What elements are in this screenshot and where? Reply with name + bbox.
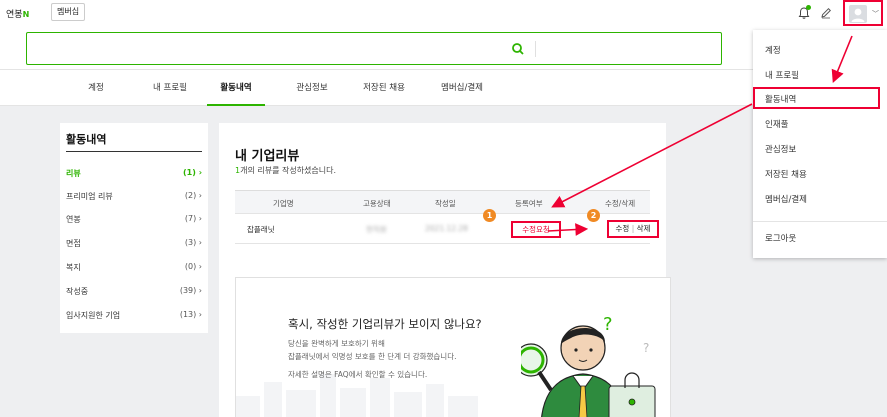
notice-line-1: 당신을 완벽하게 보호하기 위해 <box>288 339 385 348</box>
svg-text:?: ? <box>603 314 613 335</box>
sidebar-divider <box>66 151 202 152</box>
menu-item-interests[interactable]: 관심정보 <box>765 143 796 155</box>
search-box <box>26 32 722 65</box>
menu-item-membership[interactable]: 멤버십/결제 <box>765 193 807 205</box>
step-badge-2: 2 <box>587 209 600 222</box>
search-icon[interactable] <box>511 42 525 56</box>
edit-delete-actions: 수정 | 삭제 <box>607 220 659 238</box>
page-title: 내 기업리뷰 <box>235 149 300 164</box>
sidebar-item-count: (1) › <box>183 168 202 177</box>
sidebar-item-label: 리뷰 <box>66 169 81 178</box>
svg-text:?: ? <box>643 341 649 355</box>
review-panel: 내 기업리뷰 1개의 리뷰를 작성하셨습니다. 기업명 고용상태 작성일 등록여… <box>219 123 671 417</box>
pencil-icon[interactable] <box>819 6 833 20</box>
sidebar-item-count: (39) › <box>179 286 202 295</box>
top-bar: 연봉N 멤버십 ﹀ <box>0 0 887 28</box>
tab-saved-jobs[interactable]: 저장된 채용 <box>357 70 411 106</box>
membership-button[interactable]: 멤버십 <box>51 3 86 21</box>
sidebar-item-count: (7) › <box>184 214 202 223</box>
sidebar-item-premium-reviews[interactable]: 프리미엄 리뷰 (2) › <box>66 188 206 206</box>
tab-membership[interactable]: 멤버십/결제 <box>435 70 489 106</box>
tab-account[interactable]: 계정 <box>84 70 108 106</box>
notice-line-3: 자세한 설명은 FAQ에서 확인할 수 있습니다. <box>288 370 428 379</box>
menu-item-profile[interactable]: 내 프로필 <box>765 69 799 81</box>
sidebar-item-reviews[interactable]: 리뷰 (1) › <box>66 165 206 183</box>
chevron-down-icon: ﹀ <box>872 10 879 18</box>
column-edit-delete: 수정/삭제 <box>605 199 636 208</box>
missing-review-notice: 혹시, 작성한 기업리뷰가 보이지 않나요? 당신을 완벽하게 보호하기 위해 … <box>235 277 671 417</box>
sidebar-item-label: 복지 <box>66 263 81 272</box>
employment-status: 현직원 <box>366 225 387 234</box>
activity-highlight-box <box>753 87 880 109</box>
activity-sidebar: 활동내역 리뷰 (1) › 프리미엄 리뷰 (2) › 연봉 (7) › 면접 … <box>60 123 208 333</box>
search-input[interactable] <box>33 37 503 60</box>
notice-title: 혹시, 작성한 기업리뷰가 보이지 않나요? <box>288 317 482 331</box>
sidebar-item-benefits[interactable]: 복지 (0) › <box>66 259 206 277</box>
user-icon <box>851 8 865 22</box>
menu-item-talent-pool[interactable]: 인재풀 <box>765 118 788 130</box>
sidebar-item-applied[interactable]: 입사지원한 기업 (13) › <box>66 307 206 325</box>
review-count-text: 1개의 리뷰를 작성하셨습니다. <box>235 166 337 175</box>
profile-menu-button[interactable]: ﹀ <box>843 0 883 26</box>
sidebar-item-count: (13) › <box>179 310 202 319</box>
menu-item-saved-jobs[interactable]: 저장된 채용 <box>765 168 807 180</box>
tab-activity[interactable]: 활동내역 <box>207 70 265 106</box>
column-date: 작성일 <box>435 199 456 208</box>
notification-dot <box>806 5 811 10</box>
column-status: 등록여부 <box>515 199 543 208</box>
company-name[interactable]: 잡플래닛 <box>247 224 275 235</box>
action-divider: | <box>631 224 635 233</box>
sidebar-item-label: 프리미엄 리뷰 <box>66 192 113 201</box>
edit-request-link[interactable]: 수정요청 <box>511 221 561 238</box>
review-date: 2021.12.28 <box>425 224 468 233</box>
notice-line-2: 잡플래닛에서 익명성 보호를 한 단계 더 강화했습니다. <box>288 352 457 361</box>
brand-text: 연봉 <box>6 10 23 20</box>
sidebar-item-label: 작성중 <box>66 287 89 296</box>
brand-badge: N <box>22 10 30 19</box>
sidebar-item-count: (3) › <box>184 238 202 247</box>
column-company: 기업명 <box>273 199 294 208</box>
tab-profile[interactable]: 내 프로필 <box>148 70 192 106</box>
column-employment: 고용상태 <box>363 199 391 208</box>
menu-item-logout[interactable]: 로그아웃 <box>765 232 796 244</box>
menu-item-account[interactable]: 계정 <box>765 44 781 56</box>
sidebar-item-drafts[interactable]: 작성중 (39) › <box>66 283 206 301</box>
delete-button[interactable]: 삭제 <box>637 224 651 233</box>
edit-button[interactable]: 수정 <box>616 224 630 233</box>
search-divider <box>535 41 536 57</box>
avatar <box>849 5 867 23</box>
brand-logo[interactable]: 연봉N <box>6 7 29 20</box>
tab-interests[interactable]: 관심정보 <box>292 70 332 106</box>
sidebar-title: 활동내역 <box>66 133 107 146</box>
sidebar-item-label: 면접 <box>66 239 81 248</box>
sidebar-item-label: 입사지원한 기업 <box>66 311 121 320</box>
profile-dropdown-menu: 계정 내 프로필 활동내역 인재풀 관심정보 저장된 채용 멤버십/결제 로그아… <box>753 30 887 258</box>
step-badge-1: 1 <box>483 209 496 222</box>
sidebar-item-label: 연봉 <box>66 215 81 224</box>
sidebar-item-interview[interactable]: 면접 (3) › <box>66 235 206 253</box>
sidebar-item-count: (2) › <box>184 191 202 200</box>
sidebar-item-salary[interactable]: 연봉 (7) › <box>66 211 206 229</box>
magnifier-person-illustration: ? ? <box>521 314 656 417</box>
menu-divider <box>753 221 887 222</box>
sidebar-item-count: (0) › <box>184 262 202 271</box>
